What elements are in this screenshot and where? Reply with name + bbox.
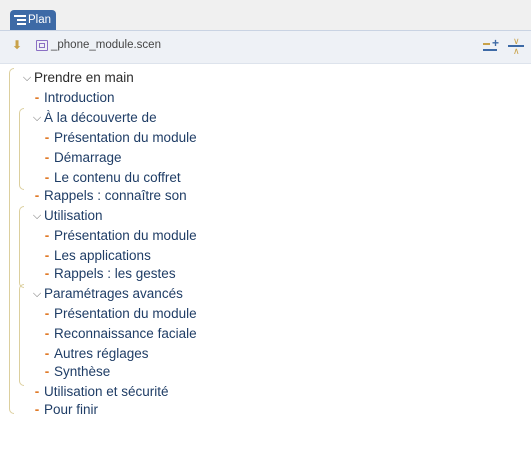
- outline-icon: [14, 14, 26, 26]
- tree-folder-label: À la découverte de: [44, 110, 157, 125]
- leaf-dash-icon: -: [34, 188, 40, 203]
- leaf-dash-icon: -: [44, 248, 50, 263]
- tree-item[interactable]: - Autres réglages: [42, 344, 149, 364]
- chevron-down-icon[interactable]: ⌵: [32, 284, 42, 304]
- leaf-dash-icon: -: [34, 90, 40, 105]
- chevron-down-icon[interactable]: ⌵: [32, 108, 42, 128]
- expand-all-icon[interactable]: +: [481, 37, 499, 55]
- leaf-dash-icon: -: [44, 150, 50, 165]
- tree-item[interactable]: - Démarrage: [42, 148, 122, 168]
- leaf-dash-icon: -: [44, 346, 50, 361]
- tree-folder[interactable]: ⌵ À la découverte de: [32, 108, 157, 128]
- tree-item-label: Le contenu du coffret: [54, 170, 181, 185]
- tab-plan-label: Plan: [28, 14, 52, 26]
- tree-item[interactable]: - Utilisation et sécurité: [32, 382, 169, 402]
- leaf-dash-icon: -: [44, 326, 50, 341]
- tree-item-label: Rappels : connaître son: [44, 188, 187, 203]
- tree-item-label: Utilisation et sécurité: [44, 384, 169, 399]
- leaf-dash-icon: -: [44, 306, 50, 321]
- tree-item-label: Autres réglages: [54, 346, 149, 361]
- leaf-dash-icon: -: [44, 130, 50, 145]
- tree-item[interactable]: - Reconnaissance faciale: [42, 324, 197, 344]
- leaf-dash-icon: -: [44, 364, 50, 379]
- tree-item-label: Présentation du module: [54, 130, 197, 145]
- tree-item-label: Synthèse: [54, 364, 111, 379]
- scenario-file-name[interactable]: _phone_module.scen: [51, 39, 161, 51]
- tree-item[interactable]: - Les applications: [42, 246, 151, 266]
- leaf-dash-icon: -: [34, 402, 40, 417]
- tree-item[interactable]: - Présentation du module: [42, 128, 197, 148]
- tree-item[interactable]: - Introduction: [32, 88, 115, 108]
- chevron-down-icon[interactable]: ⌵: [32, 206, 42, 226]
- leaf-dash-icon: -: [44, 228, 50, 243]
- tree-folder-label: Paramétrages avancés: [44, 286, 183, 301]
- tree-item-label: Démarrage: [54, 150, 122, 165]
- double-chevron-down-icon[interactable]: ⬇: [10, 39, 24, 51]
- tree-folder[interactable]: ⌵ Utilisation: [32, 206, 103, 226]
- tree-item[interactable]: - Pour finir: [32, 400, 98, 420]
- tree-bracket-decouverte: [19, 108, 24, 190]
- scenario-file-icon: [36, 39, 48, 51]
- tree-item-label: Les applications: [54, 248, 151, 263]
- tree-item[interactable]: - Présentation du module: [42, 304, 197, 324]
- tree-folder-label: Utilisation: [44, 208, 103, 223]
- tree-item-label: Rappels : les gestes: [54, 266, 176, 281]
- tree-bracket-root: [9, 68, 14, 414]
- tab-bar: Plan: [0, 0, 531, 30]
- tree-bracket-utilisation: [19, 206, 24, 288]
- tree-folder[interactable]: ⌵ Paramétrages avancés: [32, 284, 183, 304]
- tree-item-label: Reconnaissance faciale: [54, 326, 197, 341]
- chevron-down-icon[interactable]: ⌵: [22, 68, 32, 88]
- tree-item-label: Pour finir: [44, 402, 99, 417]
- leaf-dash-icon: -: [44, 266, 50, 281]
- tree-item[interactable]: - Rappels : connaître son: [32, 186, 187, 206]
- tree-item[interactable]: - Synthèse: [42, 362, 111, 382]
- leaf-dash-icon: -: [44, 170, 50, 185]
- tree-item[interactable]: - Le contenu du coffret: [42, 168, 181, 188]
- tree-item-label: Introduction: [44, 90, 115, 105]
- toolbar: ⬇ _phone_module.scen + ∨ ∧: [0, 30, 531, 64]
- tree-bracket-parametrages: [19, 284, 24, 386]
- tree-node-root[interactable]: ⌵ Prendre en main: [22, 68, 134, 88]
- tree-item-label: Présentation du module: [54, 228, 197, 243]
- tree-item[interactable]: - Rappels : les gestes: [42, 264, 176, 284]
- collapse-all-icon[interactable]: ∨ ∧: [507, 37, 525, 56]
- tree-item[interactable]: - Présentation du module: [42, 226, 197, 246]
- tree-item-label: Présentation du module: [54, 306, 197, 321]
- tab-plan[interactable]: Plan: [10, 10, 57, 30]
- leaf-dash-icon: -: [34, 384, 40, 399]
- tree-node-label: Prendre en main: [34, 70, 134, 85]
